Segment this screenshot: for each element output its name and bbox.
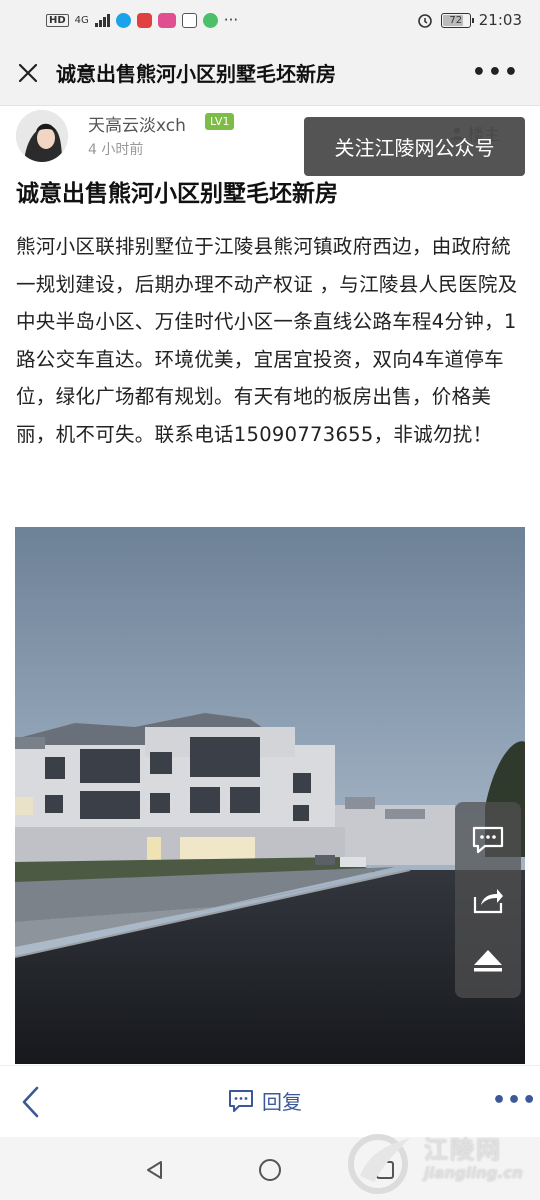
follow-official-account-button[interactable]: 关注江陵网公众号 [304,117,525,176]
battery-level: 72 [449,14,463,26]
app-notification-icon [181,12,197,28]
bottom-bar: 回复 ••• [0,1065,540,1137]
hd-indicator: HD [46,13,69,27]
avatar-image [16,110,68,162]
close-icon [18,63,38,82]
triangle-back-icon [147,1161,162,1179]
level-badge: LV1 [205,113,235,130]
share-button[interactable] [468,880,508,920]
close-button[interactable] [14,59,42,87]
jiangling-logo-icon [348,1134,410,1194]
battery-indicator: 72 [440,12,474,28]
status-icons-left: HD 4G ··· [46,11,238,29]
app-notification-icon [136,12,152,28]
bottom-more-button[interactable]: ••• [492,1088,537,1113]
reply-button[interactable]: 回复 [228,1086,302,1115]
status-icons-right: 72 21:03 [417,11,522,29]
app-notification-icon [202,12,218,28]
scroll-top-button[interactable] [468,940,508,980]
status-bar: HD 4G ··· 72 21:03 [0,0,540,40]
post-photo[interactable] [15,527,525,1064]
eject-icon [474,950,502,972]
alarm-icon [417,14,432,28]
clock: 21:03 [478,11,522,29]
reply-label: 回复 [262,1090,302,1114]
watermark-domain: jiangling.cn [424,1164,523,1182]
comment-button[interactable] [468,820,508,860]
share-icon [473,889,503,914]
watermark-name: 江陵网 [424,1136,502,1164]
floating-toolbar [455,802,521,998]
app-notification-icon [157,12,176,28]
network-type: 4G [74,14,89,26]
more-options-button[interactable]: ••• [472,60,520,85]
title-bar: 诚意出售熊河小区别墅毛坯新房 ••• [0,40,540,106]
site-watermark: 江陵网 jiangling.cn [340,1130,535,1196]
villa-photo-image [15,527,525,1064]
system-home-button[interactable] [255,1155,285,1185]
chevron-left-icon [22,1086,39,1118]
system-back-button[interactable] [140,1155,170,1185]
post-title: 诚意出售熊河小区别墅毛坯新房 [16,181,338,207]
app-notification-icon [115,12,131,28]
comment-icon [472,826,504,854]
signal-icon [94,13,110,27]
comment-icon [229,1089,253,1112]
more-notifications: ··· [223,11,239,29]
avatar[interactable] [16,110,68,162]
circle-home-icon [259,1159,281,1181]
author-name[interactable]: 天高云淡xch [88,111,186,136]
page-title: 诚意出售熊河小区别墅毛坯新房 [56,62,336,86]
back-button[interactable] [14,1084,46,1120]
post-time: 4 小时前 [88,142,144,158]
post-body: 熊河小区联排别墅位于江陵县熊河镇政府西边，由政府統一规划建设，后期办理不动产权证… [16,235,518,446]
